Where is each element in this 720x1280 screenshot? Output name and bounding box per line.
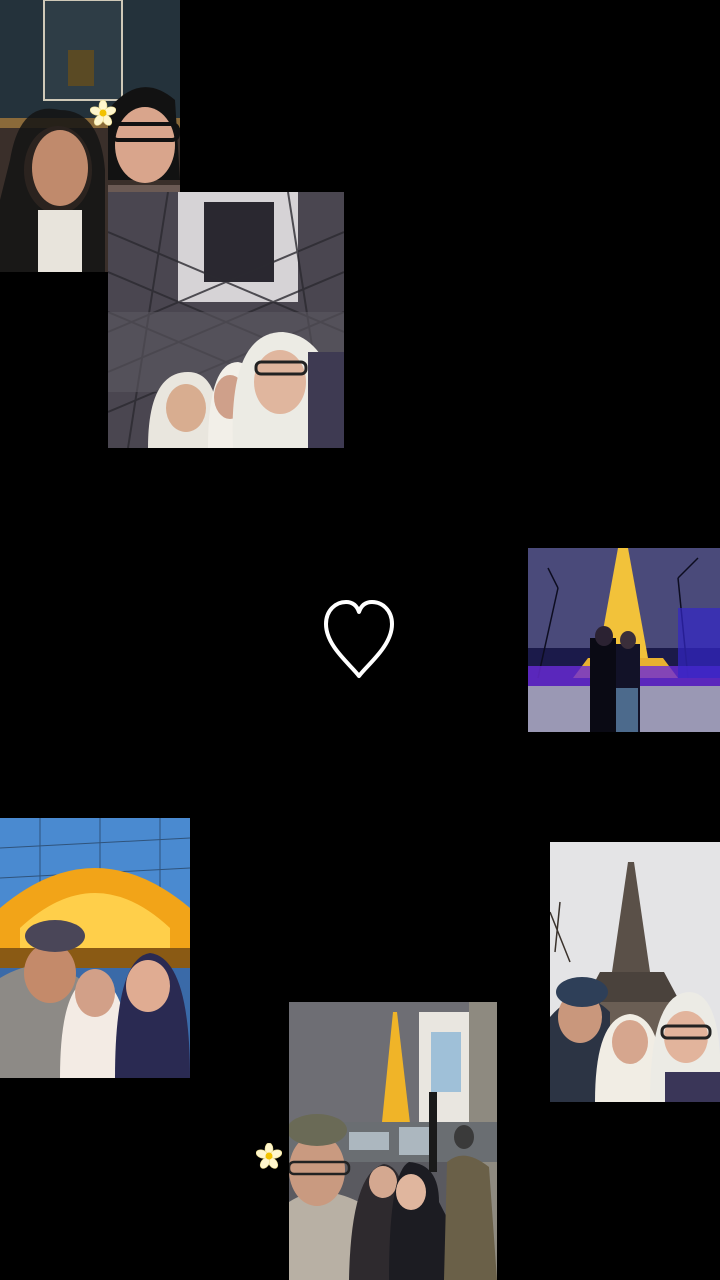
photo-louvre-night-selfie[interactable] [289,1002,497,1280]
photo-eiffel-daylight-selfie[interactable] [550,842,720,1102]
photo-eiffel-night-couple[interactable] [528,548,720,732]
flower-sticker-icon [90,100,116,126]
flower-sticker-icon [256,1143,282,1169]
photo-eiffel-underneath-selfie[interactable] [108,192,344,448]
story-canvas [0,0,720,1280]
photo-eiffel-golden-selfie[interactable] [0,818,190,1078]
heart-outline-icon [320,596,398,682]
